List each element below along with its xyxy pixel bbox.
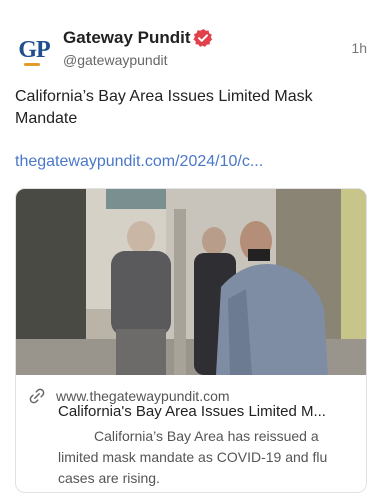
- post-card[interactable]: GP Gateway Pundit @gatewaypundit 1h Cali…: [0, 0, 383, 500]
- card-description: California’s Bay Area has reissued a lim…: [58, 428, 328, 486]
- post-timestamp: 1h: [351, 40, 367, 56]
- link-icon: [29, 388, 45, 404]
- avatar-logo-text: GP: [18, 37, 50, 63]
- link-preview-card[interactable]: www.thegatewaypundit.com California's Ba…: [15, 188, 367, 493]
- preview-image[interactable]: [16, 189, 367, 375]
- avatar-logo-underline: [24, 63, 40, 66]
- card-title[interactable]: California's Bay Area Issues Limited M..…: [58, 403, 358, 420]
- card-domain: www.thegatewaypundit.com: [56, 388, 230, 404]
- post-text: California’s Bay Area Issues Limited Mas…: [15, 88, 313, 127]
- author-handle[interactable]: @gatewaypundit: [63, 52, 168, 68]
- verified-badge-icon: [193, 29, 213, 47]
- author-name[interactable]: Gateway Pundit: [63, 28, 191, 48]
- post-link[interactable]: thegatewaypundit.com/2024/10/c...: [15, 153, 263, 171]
- avatar[interactable]: GP: [14, 30, 54, 70]
